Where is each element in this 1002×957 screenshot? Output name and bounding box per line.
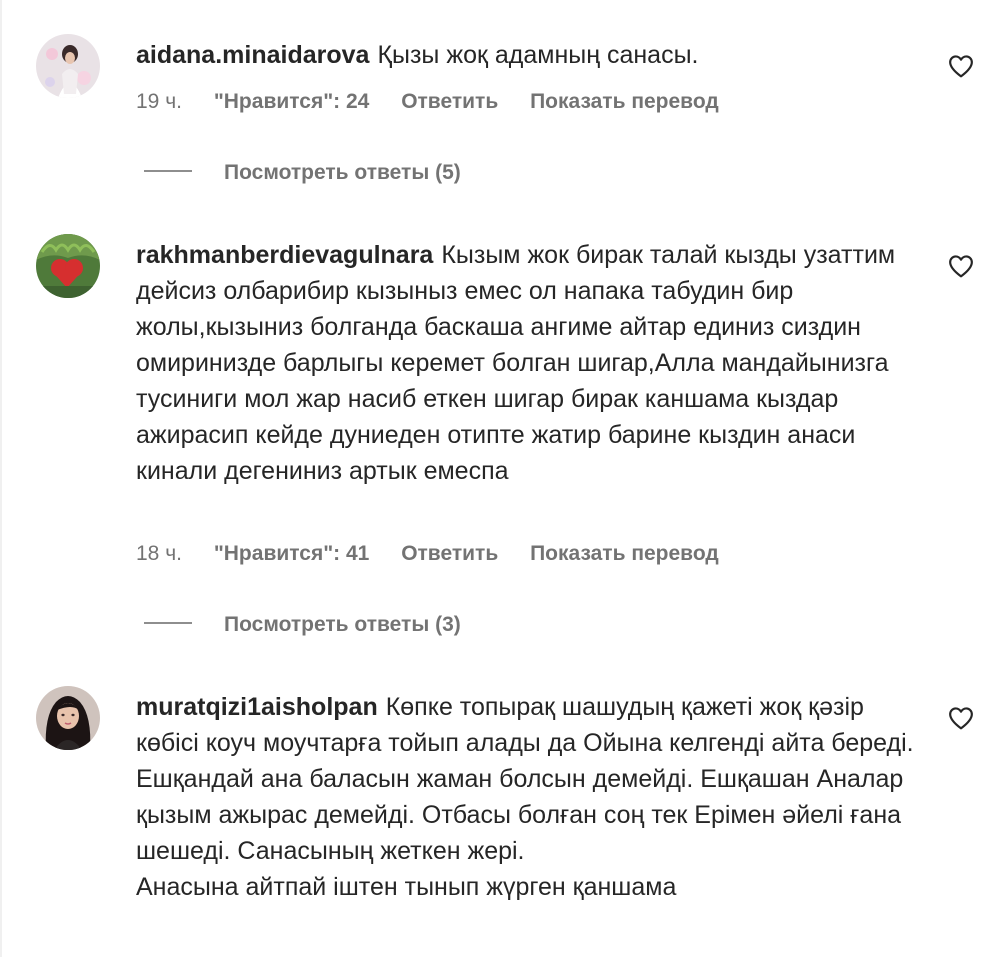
show-translation-button[interactable]: Показать перевод xyxy=(530,90,719,114)
comment-username[interactable]: muratqizi1aisholpan xyxy=(136,693,378,721)
view-replies-label: Посмотреть ответы (3) xyxy=(224,613,461,636)
comment-time: 18 ч. xyxy=(136,542,182,565)
like-heart-icon[interactable] xyxy=(948,706,974,730)
comment-body: muratqizi1aisholpan Көпке топырақ шашудың… xyxy=(136,689,926,905)
like-heart-icon[interactable] xyxy=(948,54,974,78)
comment-body: rakhmanberdievagulnara Кызым жок бирак та… xyxy=(136,237,926,489)
comment-time: 19 ч. xyxy=(136,90,182,113)
comment-meta: 19 ч. "Нравится": 24 Ответить Показать п… xyxy=(136,90,719,114)
avatar[interactable] xyxy=(36,686,100,750)
avatar[interactable] xyxy=(36,234,100,298)
reply-button[interactable]: Ответить xyxy=(401,542,498,566)
view-replies-label: Посмотреть ответы (5) xyxy=(224,161,461,184)
show-translation-button[interactable]: Показать перевод xyxy=(530,542,719,566)
avatar[interactable] xyxy=(36,34,100,98)
view-replies-button[interactable]: Посмотреть ответы (3) xyxy=(144,613,461,637)
replies-line-divider xyxy=(144,170,192,173)
replies-line-divider xyxy=(144,622,192,625)
comment-text: Кызым жок бирак талай кызды узаттим дейс… xyxy=(136,241,896,485)
comment-username[interactable]: aidana.minaidarova xyxy=(136,41,369,69)
comment-username[interactable]: rakhmanberdievagulnara xyxy=(136,241,433,269)
comment-likes[interactable]: "Нравится": 24 xyxy=(214,90,370,114)
comment-text-continued: Анасына айтпай іштен тынып жүрген қаншам… xyxy=(136,873,677,901)
comment-meta: 18 ч. "Нравится": 41 Ответить Показать п… xyxy=(136,542,719,566)
comment-body: aidana.minaidarova Қызы жоқ адамның санас… xyxy=(136,37,926,73)
reply-button[interactable]: Ответить xyxy=(401,90,498,114)
view-replies-button[interactable]: Посмотреть ответы (5) xyxy=(144,161,461,185)
like-heart-icon[interactable] xyxy=(948,254,974,278)
comment-text: Қызы жоқ адамның санасы. xyxy=(377,41,699,69)
comment-likes[interactable]: "Нравится": 41 xyxy=(214,542,370,566)
left-edge-divider xyxy=(0,0,2,957)
comments-page: aidana.minaidarova Қызы жоқ адамның санас… xyxy=(0,0,1002,957)
